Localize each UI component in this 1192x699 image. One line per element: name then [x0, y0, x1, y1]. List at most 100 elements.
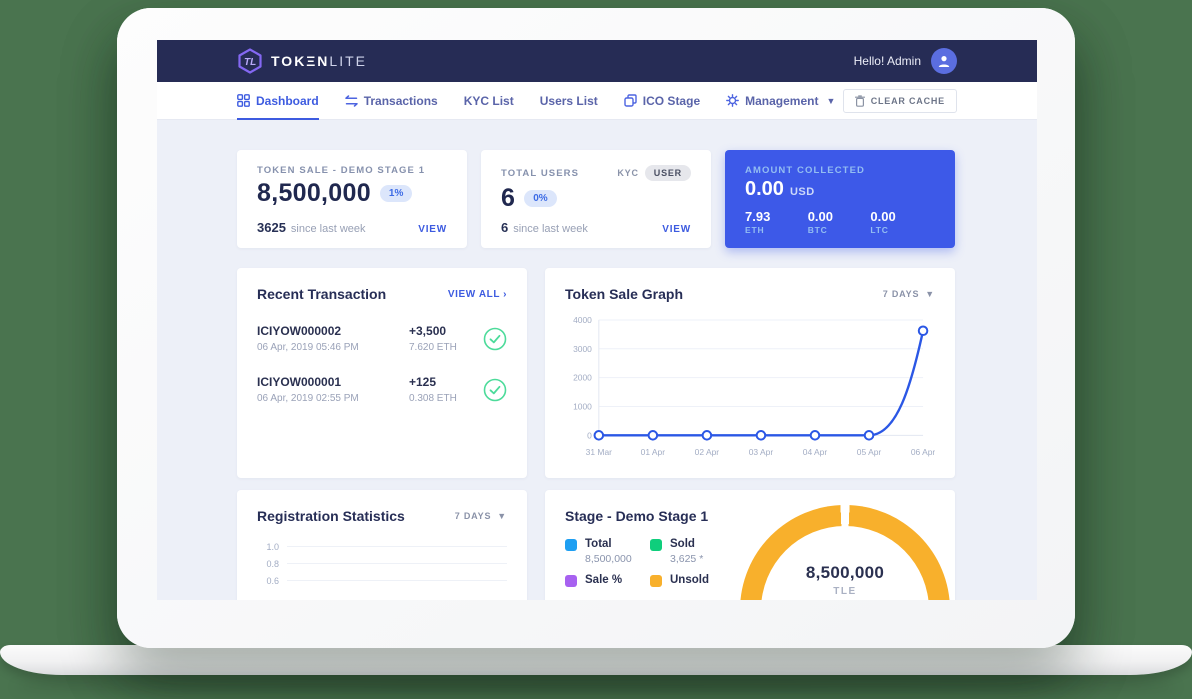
brand-name-bold: TOKΞN	[271, 53, 329, 69]
svg-text:01 Apr: 01 Apr	[641, 447, 666, 457]
clear-cache-label: CLEAR CACHE	[871, 96, 945, 106]
transaction-row[interactable]: ICIYOW000001 06 Apr, 2019 02:55 PM +125 …	[257, 375, 507, 404]
svg-text:TL: TL	[244, 57, 256, 68]
token-sale-graph-panel: Token Sale Graph 7 DAYS ▼ 01000200030004…	[545, 268, 955, 478]
legend-swatch	[650, 575, 662, 587]
legend-label: Sale %	[585, 574, 622, 586]
amount-usd-value: 0.00	[745, 178, 784, 201]
greeting-text: Hello! Admin	[854, 54, 921, 68]
stage-legend: Total8,500,000Sold3,625 * Sale % Unsold	[565, 538, 735, 600]
check-circle-icon	[483, 378, 507, 402]
view-all-link[interactable]: VIEW ALL ›	[448, 289, 507, 300]
registration-statistics-panel: Registration Statistics 7 DAYS ▼ 1.00.80…	[237, 490, 527, 600]
data-point[interactable]	[865, 431, 874, 440]
gear-icon	[726, 94, 739, 107]
axis-row: 1.0	[257, 538, 507, 555]
svg-text:4000: 4000	[573, 315, 592, 325]
token-sale-value: 8,500,000	[257, 179, 371, 208]
legend-value: 3,625 *	[670, 553, 703, 565]
view-link[interactable]: VIEW	[662, 224, 691, 235]
y-tick-label: 0.8	[257, 559, 279, 569]
menu-item-management[interactable]: Management ▼	[726, 82, 835, 120]
total-users-value: 6	[501, 184, 515, 213]
percent-badge: 1%	[380, 185, 412, 202]
menu-label: Users List	[540, 94, 598, 108]
y-tick-label: 1.0	[257, 542, 279, 552]
svg-text:05 Apr: 05 Apr	[857, 447, 882, 457]
legend-swatch	[565, 575, 577, 587]
menu-item-transactions[interactable]: Transactions	[345, 82, 438, 120]
legend-item[interactable]: Sale %	[565, 574, 650, 600]
tx-eth: 0.308 ETH	[409, 393, 481, 404]
brand[interactable]: TL TOKΞNLITE	[237, 48, 367, 74]
period-dropdown[interactable]: 7 DAYS ▼	[883, 289, 935, 299]
tx-date: 06 Apr, 2019 02:55 PM	[257, 393, 409, 404]
view-link[interactable]: VIEW	[418, 224, 447, 235]
trash-icon	[855, 95, 865, 107]
svg-text:3000: 3000	[573, 344, 592, 354]
data-point[interactable]	[595, 431, 604, 440]
svg-text:1000: 1000	[573, 401, 592, 411]
y-tick-label: 0.6	[257, 576, 279, 586]
coin-ltc: 0.00 LTC	[870, 209, 933, 235]
kyc-tab[interactable]: KYC	[617, 168, 638, 178]
registration-chart: 1.0 0.8 0.6	[257, 538, 507, 589]
coin-value: 0.00	[808, 209, 871, 224]
menu-item-kyc-list[interactable]: KYC List	[464, 82, 514, 120]
data-point[interactable]	[649, 431, 658, 440]
tx-id: ICIYOW000002	[257, 324, 409, 338]
middle-row: Recent Transaction VIEW ALL › ICIYOW0000…	[237, 268, 957, 478]
data-point[interactable]	[919, 326, 928, 335]
footer-text: since last week	[513, 223, 588, 235]
avatar[interactable]	[931, 48, 957, 74]
dashboard-content: TOKEN SALE - DEMO STAGE 1 8,500,000 1% 3…	[157, 120, 1037, 600]
tx-eth: 7.620 ETH	[409, 342, 481, 353]
stat-cards-row: TOKEN SALE - DEMO STAGE 1 8,500,000 1% 3…	[237, 150, 957, 248]
menu-item-users-list[interactable]: Users List	[540, 82, 598, 120]
period-label: 7 DAYS	[455, 511, 492, 521]
legend-item[interactable]: Total8,500,000	[565, 538, 650, 574]
menu-item-ico-stage[interactable]: ICO Stage	[624, 82, 700, 120]
user-tab[interactable]: USER	[645, 165, 691, 181]
coin-label: BTC	[808, 225, 871, 235]
svg-text:04 Apr: 04 Apr	[803, 447, 828, 457]
card-label: TOTAL USERS	[501, 168, 579, 179]
gridline	[287, 563, 507, 564]
coin-value: 7.93	[745, 209, 808, 224]
stage-panel: Stage - Demo Stage 1 Total8,500,000Sold3…	[545, 490, 955, 600]
card-label: AMOUNT COLLECTED	[745, 165, 935, 176]
svg-text:2000: 2000	[573, 373, 592, 383]
legend-item[interactable]: Unsold	[650, 574, 735, 600]
panel-title: Recent Transaction	[257, 286, 386, 302]
legend-item[interactable]: Sold3,625 *	[650, 538, 735, 574]
brand-name-light: LITE	[329, 53, 367, 69]
token-sale-chart: 0100020003000400031 Mar01 Apr02 Apr03 Ap…	[565, 310, 935, 461]
app-screen: TL TOKΞNLITE Hello! Admin	[157, 40, 1037, 600]
donut-center-value: 8,500,000	[740, 563, 950, 583]
axis-row: 0.8	[257, 555, 507, 572]
percent-badge: 0%	[524, 190, 556, 207]
data-point[interactable]	[811, 431, 820, 440]
legend-label: Unsold	[670, 574, 709, 586]
footer-value: 6	[501, 220, 508, 235]
data-point[interactable]	[703, 431, 712, 440]
recent-transactions-panel: Recent Transaction VIEW ALL › ICIYOW0000…	[237, 268, 527, 478]
laptop-shadow	[14, 681, 1178, 693]
coin-btc: 0.00 BTC	[808, 209, 871, 235]
swap-arrows-icon	[345, 95, 358, 107]
transaction-row[interactable]: ICIYOW000002 06 Apr, 2019 05:46 PM +3,50…	[257, 324, 507, 353]
data-point[interactable]	[757, 431, 766, 440]
coin-label: ETH	[745, 225, 808, 235]
svg-text:0: 0	[587, 430, 592, 440]
user-greeting: Hello! Admin	[854, 48, 957, 74]
clear-cache-button[interactable]: CLEAR CACHE	[843, 89, 957, 113]
menu-label: KYC List	[464, 94, 514, 108]
laptop-base	[0, 645, 1192, 675]
tx-amount: +125	[409, 375, 481, 389]
bottom-row: Registration Statistics 7 DAYS ▼ 1.00.80…	[237, 490, 957, 600]
chevron-down-icon: ▼	[925, 289, 935, 299]
period-dropdown[interactable]: 7 DAYS ▼	[455, 511, 507, 521]
coin-value: 0.00	[870, 209, 933, 224]
menu-item-dashboard[interactable]: Dashboard	[237, 82, 319, 120]
menu-label: ICO Stage	[643, 94, 700, 108]
